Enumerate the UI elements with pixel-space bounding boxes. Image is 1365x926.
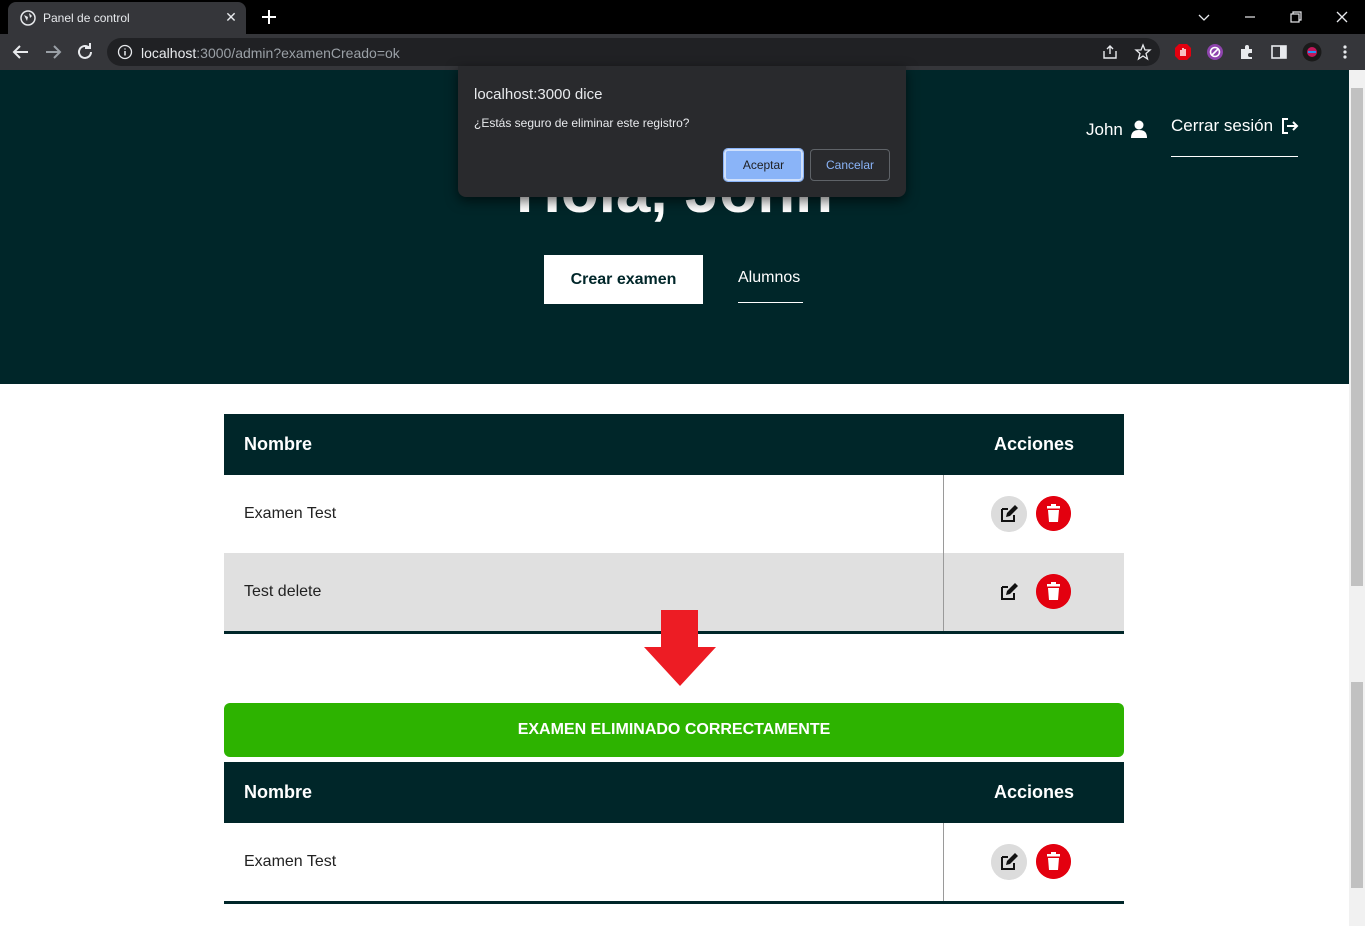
table-header: Nombre Acciones — [224, 414, 1124, 475]
exam-name: Examen Test — [244, 853, 337, 870]
minimize-icon[interactable] — [1239, 6, 1261, 28]
logout-link[interactable]: Cerrar sesión — [1171, 116, 1273, 136]
globe-icon — [20, 10, 36, 26]
arrow-down-icon — [644, 610, 716, 686]
dialog-message: ¿Estás seguro de eliminar este registro? — [474, 116, 690, 130]
cancel-button[interactable]: Cancelar — [810, 149, 890, 181]
table-row: Examen Test — [224, 823, 1124, 901]
restore-icon[interactable] — [1285, 6, 1307, 28]
page-viewport: Hola, John John Cerrar sesión Crear exam… — [0, 70, 1349, 926]
kebab-menu-icon[interactable] — [1336, 43, 1354, 61]
trash-icon[interactable] — [1036, 496, 1071, 531]
info-icon[interactable] — [117, 44, 133, 60]
column-divider — [943, 823, 944, 901]
table-header: Nombre Acciones — [224, 762, 1124, 823]
url-host: localhost — [141, 45, 197, 61]
edit-icon[interactable] — [991, 844, 1027, 880]
reload-icon[interactable] — [73, 40, 97, 64]
confirm-dialog: localhost:3000 dice ¿Estás seguro de eli… — [458, 66, 906, 197]
column-divider — [943, 553, 944, 631]
column-header-name: Nombre — [244, 782, 313, 802]
extension-block-icon[interactable] — [1206, 43, 1224, 61]
url-text: localhost:3000/admin?examenCreado=ok — [141, 45, 400, 61]
side-panel-icon[interactable] — [1270, 43, 1288, 61]
create-exam-button[interactable]: Crear examen — [544, 255, 703, 304]
table-row: Examen Test — [224, 475, 1124, 553]
user-icon — [1131, 120, 1147, 138]
scrollbar-thumb[interactable] — [1351, 682, 1363, 888]
logout-icon[interactable] — [1281, 117, 1299, 135]
close-window-icon[interactable] — [1331, 6, 1353, 28]
logout-underline — [1171, 156, 1298, 157]
profile-avatar-icon[interactable] — [1302, 42, 1322, 62]
accept-button[interactable]: Aceptar — [723, 148, 804, 182]
new-tab-icon[interactable] — [258, 6, 280, 28]
trash-icon[interactable] — [1036, 574, 1071, 609]
address-bar[interactable]: localhost:3000/admin?examenCreado=ok — [107, 38, 1160, 66]
browser-tab-bar: Panel de control ✕ — [0, 0, 1365, 34]
extension-adblock-icon[interactable] — [1174, 43, 1192, 61]
exam-name: Test delete — [244, 583, 322, 600]
user-name: John — [1086, 120, 1123, 139]
share-icon[interactable] — [1101, 43, 1119, 61]
column-header-name: Nombre — [244, 434, 313, 454]
column-divider — [943, 475, 944, 553]
tab-title: Panel de control — [43, 11, 130, 25]
page-scrollbar[interactable] — [1349, 70, 1365, 926]
edit-icon[interactable] — [991, 574, 1027, 610]
browser-tab[interactable]: Panel de control ✕ — [8, 2, 246, 34]
close-tab-icon[interactable]: ✕ — [222, 8, 240, 26]
browser-toolbar: localhost:3000/admin?examenCreado=ok — [0, 34, 1365, 70]
table-bottom-border — [224, 901, 1124, 904]
success-alert: EXAMEN ELIMINADO CORRECTAMENTE — [224, 703, 1124, 757]
column-header-actions: Acciones — [993, 782, 1074, 802]
column-header-actions: Acciones — [993, 434, 1074, 454]
url-path: :3000/admin?examenCreado=ok — [196, 45, 400, 61]
puzzle-icon[interactable] — [1238, 43, 1256, 61]
students-underline — [738, 302, 803, 303]
dialog-title: localhost:3000 dice — [474, 86, 603, 103]
forward-icon[interactable] — [41, 40, 65, 64]
scrollbar-thumb[interactable] — [1351, 88, 1363, 586]
exam-name: Examen Test — [244, 505, 337, 522]
chevron-down-icon[interactable] — [1193, 6, 1215, 28]
star-icon[interactable] — [1134, 43, 1152, 61]
edit-icon[interactable] — [991, 496, 1027, 532]
trash-icon[interactable] — [1036, 844, 1071, 879]
students-link[interactable]: Alumnos — [738, 269, 800, 287]
back-icon[interactable] — [9, 40, 33, 64]
